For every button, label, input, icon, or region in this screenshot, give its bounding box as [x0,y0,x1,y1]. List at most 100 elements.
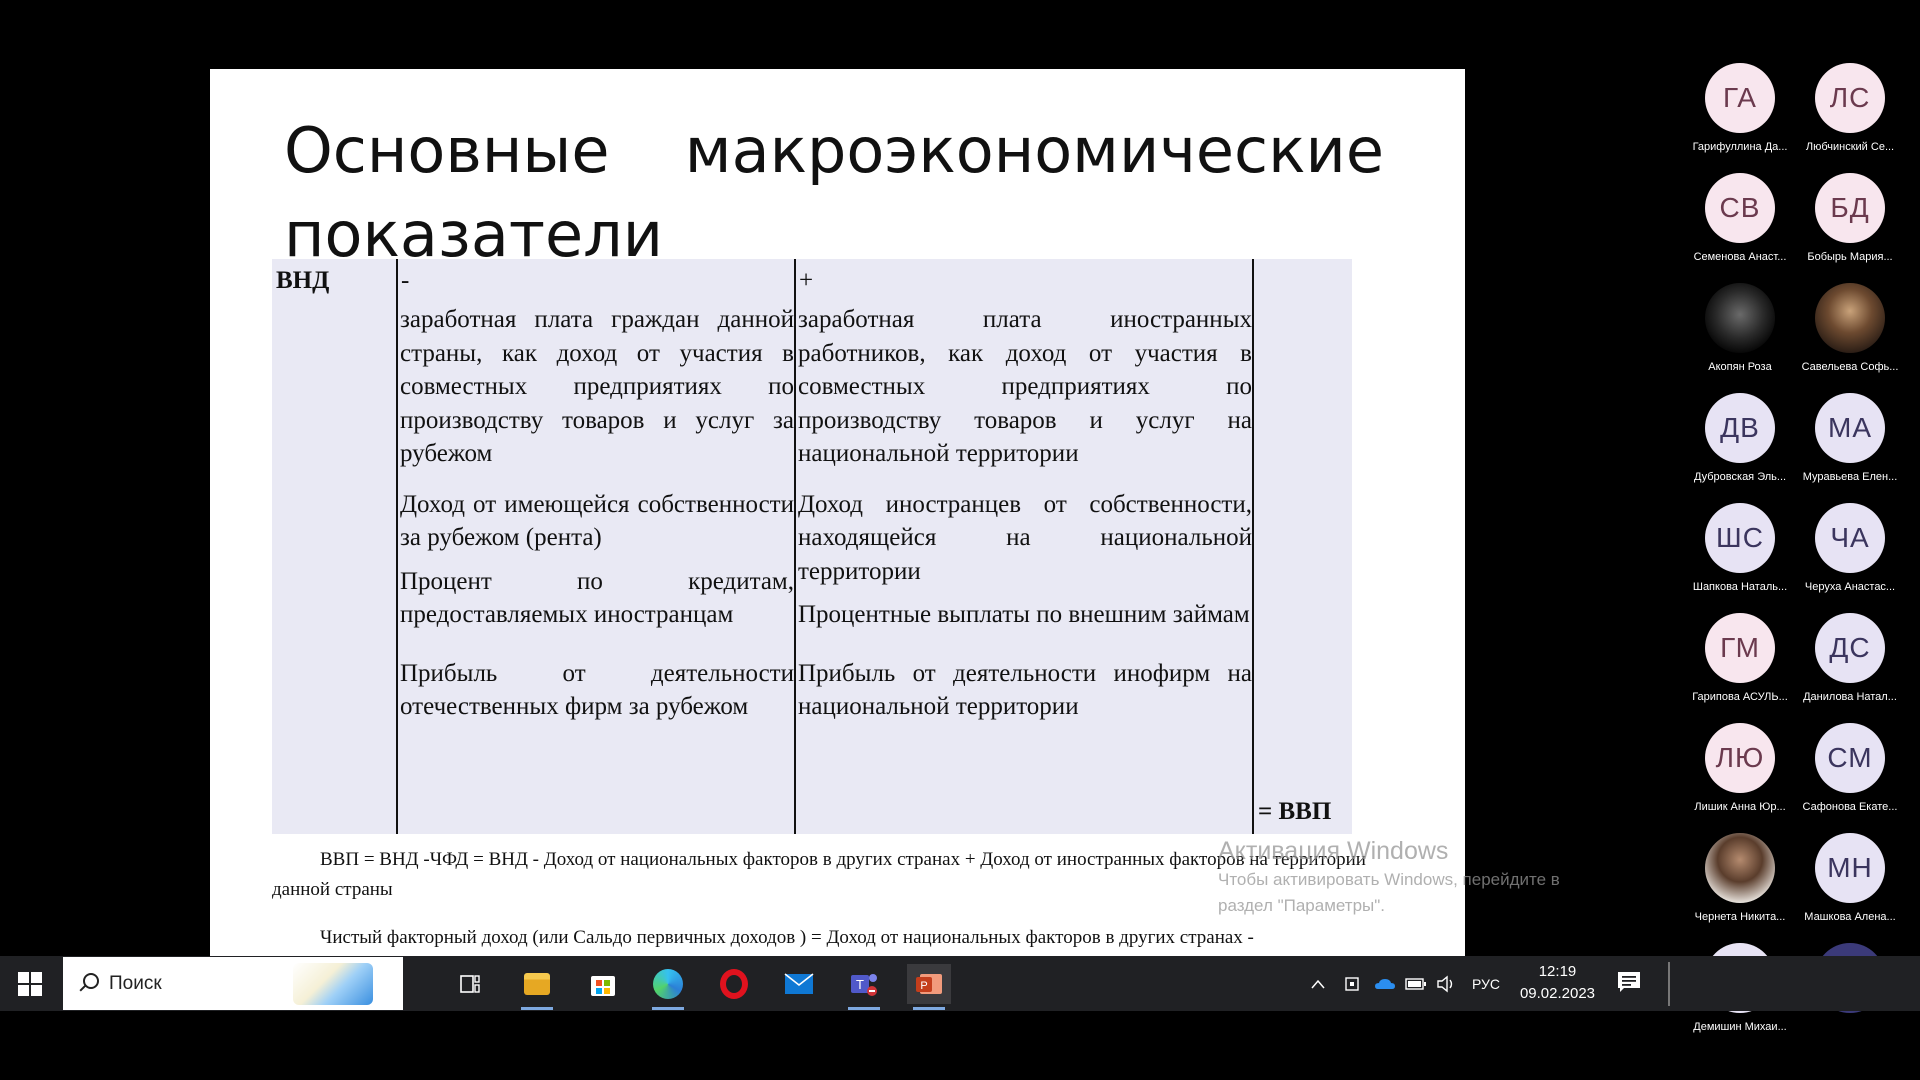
participant-name: Чернета Никита... [1694,911,1786,923]
clock[interactable]: 12:19 09.02.2023 [1510,961,1605,1005]
participant-tile[interactable]: ДВ Дубровская Эль... [1685,393,1795,483]
volume-icon[interactable] [1436,956,1456,1011]
show-hidden-icons-chevron-icon[interactable] [1310,956,1326,1011]
activation-watermark: Активация Windows Чтобы активировать Win… [1218,835,1560,919]
participant-tile[interactable]: БД Бобырь Мария... [1795,173,1905,263]
participant-tile[interactable]: СМ Сафонова Екате... [1795,723,1905,813]
participant-avatar: ЛЮ [1705,723,1775,793]
microsoft-store-icon[interactable] [581,964,625,1004]
table-column-plus: + заработная плата иностранных работнико… [794,259,1254,834]
task-view-icon[interactable] [448,964,492,1004]
participant-tile[interactable]: ГА Гарифуллина Да... [1685,63,1795,153]
participant-name: Сафонова Екате... [1802,801,1898,813]
title-word-1: Основные [284,114,610,187]
notification-center-icon[interactable] [1616,970,1642,994]
meet-now-icon[interactable] [1344,956,1362,1011]
svg-text:T: T [856,977,864,992]
table-cell: Процентные выплаты по внешним займам [798,601,1250,628]
net-factor-income-formula: Чистый факторный доход (или Сальдо перви… [272,923,1367,953]
participant-avatar [1705,283,1775,353]
opera-icon[interactable] [712,964,756,1004]
gdp-result: = ВВП [1258,797,1332,825]
participant-avatar: МА [1815,393,1885,463]
table-cell: Прибыль от деятельности отечественных фи… [400,659,794,721]
participant-tile[interactable]: ЛС Любчинский Се... [1795,63,1905,153]
clock-date: 09.02.2023 [1519,985,1596,1002]
participant-name: Данилова Натал... [1803,691,1897,703]
participant-tile[interactable]: Чернета Никита... [1685,833,1795,923]
gni-header: ВНД [276,267,330,294]
windows-logo-icon [18,971,42,996]
participant-name: Муравьева Елен... [1802,471,1898,483]
watermark-title: Активация Windows [1218,837,1449,865]
powerpoint-icon[interactable]: P [907,964,951,1010]
table-column-result: = ВВП [1252,259,1354,834]
participant-name: Шапкова Наталь... [1692,581,1788,593]
participant-avatar [1815,283,1885,353]
participant-avatar: ЛС [1815,63,1885,133]
participant-name: Машкова Алена... [1804,911,1896,923]
participant-name: Демишин Михаи... [1693,1021,1787,1033]
taskbar-search-box[interactable]: Поиск [63,957,403,1010]
table-cell: Доход иностранцев от собственности, нахо… [798,490,1252,585]
participant-tile[interactable]: ШС Шапкова Наталь... [1685,503,1795,593]
show-desktop-divider[interactable] [1668,962,1670,1006]
participant-avatar: ДВ [1705,393,1775,463]
mail-icon[interactable] [777,964,821,1004]
participant-avatar: СМ [1815,723,1885,793]
participant-tile[interactable]: ЧА Черуха Анастас... [1795,503,1905,593]
watermark-line-2: раздел "Параметры". [1218,896,1386,915]
participant-tile[interactable]: СВ Семенова Анаст... [1685,173,1795,263]
participant-tile[interactable]: МА Муравьева Елен... [1795,393,1905,483]
participant-tile[interactable]: ДС Данилова Натал... [1795,613,1905,703]
gdp-table: ВНД - заработная плата граждан данной ст… [272,259,1352,834]
teams-icon[interactable]: T [842,964,886,1010]
minus-sign: - [401,267,410,294]
participant-name: Гарифуллина Да... [1692,141,1788,153]
net-factor-income-text: Чистый факторный доход (или Сальдо перви… [320,927,1254,948]
participant-avatar: ГМ [1705,613,1775,683]
title-word-2: макроэкономические [684,114,1384,187]
participant-avatar: ШС [1705,503,1775,573]
search-icon [77,972,99,995]
edge-icon[interactable] [646,964,690,1010]
participant-name: Гарипова АСУЛЬ... [1692,691,1788,703]
participant-avatar: МН [1815,833,1885,903]
plus-sign: + [799,267,814,294]
participant-avatar: ДС [1815,613,1885,683]
table-cell: заработная плата иностранных работников,… [798,306,1252,467]
svg-text:P: P [920,980,927,992]
participant-name: Любчинский Се... [1805,141,1895,153]
participant-name: Лишик Анна Юр... [1694,801,1786,813]
presentation-slide: Основные макроэкономические показатели В… [210,69,1465,956]
participant-tile[interactable]: ЛЮ Лишик Анна Юр... [1685,723,1795,813]
table-cell: Прибыль от деятельности инофирм на нацио… [798,659,1252,721]
participant-name: Акопян Роза [1708,361,1772,373]
language-indicator[interactable]: РУС [1472,956,1500,1011]
search-highlight-icon [293,963,373,1005]
participant-avatar: БД [1815,173,1885,243]
slide-title: Основные макроэкономические показатели [284,109,1384,277]
clock-time: 12:19 [1538,963,1577,980]
participant-avatar: ЧА [1815,503,1885,573]
onedrive-icon[interactable] [1374,956,1396,1011]
gdp-formula-text: ВВП = ВНД -ЧФД = ВНД - Доход от национал… [272,849,1366,900]
table-cell: Процент по кредитам, предоставляемых ино… [400,567,794,629]
table-cell: заработная плата граждан данной страны, … [400,306,794,467]
start-button[interactable] [0,956,60,1011]
participant-tile[interactable]: ГМ Гарипова АСУЛЬ... [1685,613,1795,703]
file-explorer-icon[interactable] [515,964,559,1010]
participant-tile[interactable]: Савельева Софь... [1795,283,1905,373]
participant-name: Черуха Анастас... [1804,581,1896,593]
participant-name: Бобырь Мария... [1807,251,1893,263]
battery-icon[interactable] [1405,956,1427,1011]
taskbar: Поиск T P РУС 12:19 09.02.2023 [0,956,1920,1011]
table-cell: Доход от имеющейся собственности за рубе… [400,490,794,552]
table-column-minus: - заработная плата граждан данной страны… [396,259,796,834]
participant-name: Дубровская Эль... [1693,471,1787,483]
participant-avatar: СВ [1705,173,1775,243]
participant-tile[interactable]: Акопян Роза [1685,283,1795,373]
participant-avatar [1705,833,1775,903]
participant-tile[interactable]: МН Машкова Алена... [1795,833,1905,923]
search-placeholder: Поиск [109,972,162,994]
